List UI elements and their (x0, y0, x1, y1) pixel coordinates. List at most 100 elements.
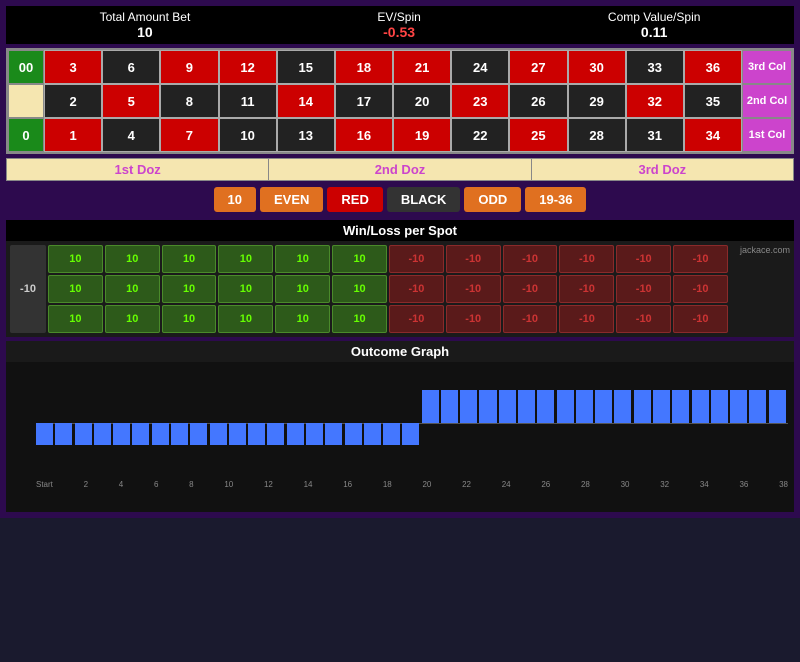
num-cell-35[interactable]: 35 (684, 84, 742, 118)
first-dozen[interactable]: 1st Doz (7, 159, 269, 180)
bar-15 (325, 423, 342, 445)
single-zero-cell[interactable]: 0 (8, 118, 44, 152)
bar-14 (306, 423, 323, 445)
bar-20 (422, 390, 439, 423)
bar-29 (595, 390, 612, 423)
num-cell-22[interactable]: 22 (451, 118, 509, 152)
num-cell-9[interactable]: 9 (160, 50, 218, 84)
wl-numbers-grid: 101010101010-10-10-10-10-10-101010101010… (48, 245, 728, 333)
x-label: 16 (343, 480, 352, 489)
num-cell-3[interactable]: 3 (44, 50, 102, 84)
num-cell-32[interactable]: 32 (626, 84, 684, 118)
bet-1-18-button[interactable]: 10 (214, 187, 256, 212)
ev-label: EV/Spin (377, 10, 420, 24)
num-cell-21[interactable]: 21 (393, 50, 451, 84)
num-cell-20[interactable]: 20 (393, 84, 451, 118)
col-1-label[interactable]: 1st Col (742, 118, 792, 152)
num-cell-23[interactable]: 23 (451, 84, 509, 118)
bars-area (36, 368, 788, 478)
num-cell-4[interactable]: 4 (102, 118, 160, 152)
wl-cell-1-1: 10 (105, 275, 160, 303)
main-container: Total Amount Bet 10 EV/Spin -0.53 Comp V… (0, 0, 800, 518)
wl-cell-0-2: 10 (162, 245, 217, 273)
col-3-label[interactable]: 3rd Col (742, 50, 792, 84)
num-cell-13[interactable]: 13 (277, 118, 335, 152)
num-cell-33[interactable]: 33 (626, 50, 684, 84)
x-label: 32 (660, 480, 669, 489)
third-dozen[interactable]: 3rd Doz (532, 159, 793, 180)
wl-cell-0-0: 10 (48, 245, 103, 273)
wl-cell-1-6: -10 (389, 275, 444, 303)
wl-cell-0-3: 10 (218, 245, 273, 273)
num-cell-1[interactable]: 1 (44, 118, 102, 152)
wl-cell-1-3: 10 (218, 275, 273, 303)
num-cell-28[interactable]: 28 (568, 118, 626, 152)
x-label: 22 (462, 480, 471, 489)
bar-33 (672, 390, 689, 423)
col-2-label[interactable]: 2nd Col (742, 84, 792, 118)
wl-cell-2-10: -10 (616, 305, 671, 333)
x-label: 28 (581, 480, 590, 489)
wl-cell-1-9: -10 (559, 275, 614, 303)
comp-block: Comp Value/Spin 0.11 (608, 10, 701, 40)
x-label: 14 (304, 480, 313, 489)
x-label: 26 (541, 480, 550, 489)
double-zero-cell[interactable]: 00 (8, 50, 44, 84)
x-label: 10 (224, 480, 233, 489)
num-cell-5[interactable]: 5 (102, 84, 160, 118)
bet-even-button[interactable]: EVEN (260, 187, 323, 212)
num-cell-30[interactable]: 30 (568, 50, 626, 84)
num-cell-11[interactable]: 11 (219, 84, 277, 118)
bar-26 (537, 390, 554, 423)
bar-24 (499, 390, 516, 423)
x-label: 36 (739, 480, 748, 489)
bet-red-button[interactable]: RED (327, 187, 382, 212)
wl-cell-2-9: -10 (559, 305, 614, 333)
outside-bets-row: 10 EVEN RED BLACK ODD 19-36 (6, 183, 794, 216)
num-cell-15[interactable]: 15 (277, 50, 335, 84)
num-cell-26[interactable]: 26 (509, 84, 567, 118)
wl-cell-0-8: -10 (503, 245, 558, 273)
num-cell-8[interactable]: 8 (160, 84, 218, 118)
bet-odd-button[interactable]: ODD (464, 187, 521, 212)
num-cell-2[interactable]: 2 (44, 84, 102, 118)
bar-37 (749, 390, 766, 423)
wl-cell-0-7: -10 (446, 245, 501, 273)
bar-11 (248, 423, 265, 445)
column-labels: 3rd Col 2nd Col 1st Col (742, 50, 792, 152)
num-cell-6[interactable]: 6 (102, 50, 160, 84)
num-cell-36[interactable]: 36 (684, 50, 742, 84)
bar-10 (229, 423, 246, 445)
wl-cell-0-5: 10 (332, 245, 387, 273)
bar-23 (479, 390, 496, 423)
second-dozen[interactable]: 2nd Doz (269, 159, 531, 180)
num-cell-14[interactable]: 14 (277, 84, 335, 118)
num-cell-29[interactable]: 29 (568, 84, 626, 118)
num-cell-7[interactable]: 7 (160, 118, 218, 152)
bar-36 (730, 390, 747, 423)
bet-19-36-button[interactable]: 19-36 (525, 187, 586, 212)
num-cell-17[interactable]: 17 (335, 84, 393, 118)
bar-27 (557, 390, 574, 423)
wl-cell-0-9: -10 (559, 245, 614, 273)
num-cell-31[interactable]: 31 (626, 118, 684, 152)
wl-cell-2-0: 10 (48, 305, 103, 333)
bar-0 (36, 423, 53, 445)
num-cell-16[interactable]: 16 (335, 118, 393, 152)
num-cell-34[interactable]: 34 (684, 118, 742, 152)
num-cell-24[interactable]: 24 (451, 50, 509, 84)
wl-cell-1-2: 10 (162, 275, 217, 303)
num-cell-25[interactable]: 25 (509, 118, 567, 152)
num-cell-12[interactable]: 12 (219, 50, 277, 84)
bar-21 (441, 390, 458, 423)
comp-label: Comp Value/Spin (608, 10, 701, 24)
bar-31 (634, 390, 651, 423)
num-cell-10[interactable]: 10 (219, 118, 277, 152)
bar-18 (383, 423, 400, 445)
bet-black-button[interactable]: BLACK (387, 187, 461, 212)
graph-inner: 1086420-2-4-6-8-10 (36, 368, 788, 478)
num-cell-18[interactable]: 18 (335, 50, 393, 84)
num-cell-27[interactable]: 27 (509, 50, 567, 84)
wl-cell-0-11: -10 (673, 245, 728, 273)
num-cell-19[interactable]: 19 (393, 118, 451, 152)
